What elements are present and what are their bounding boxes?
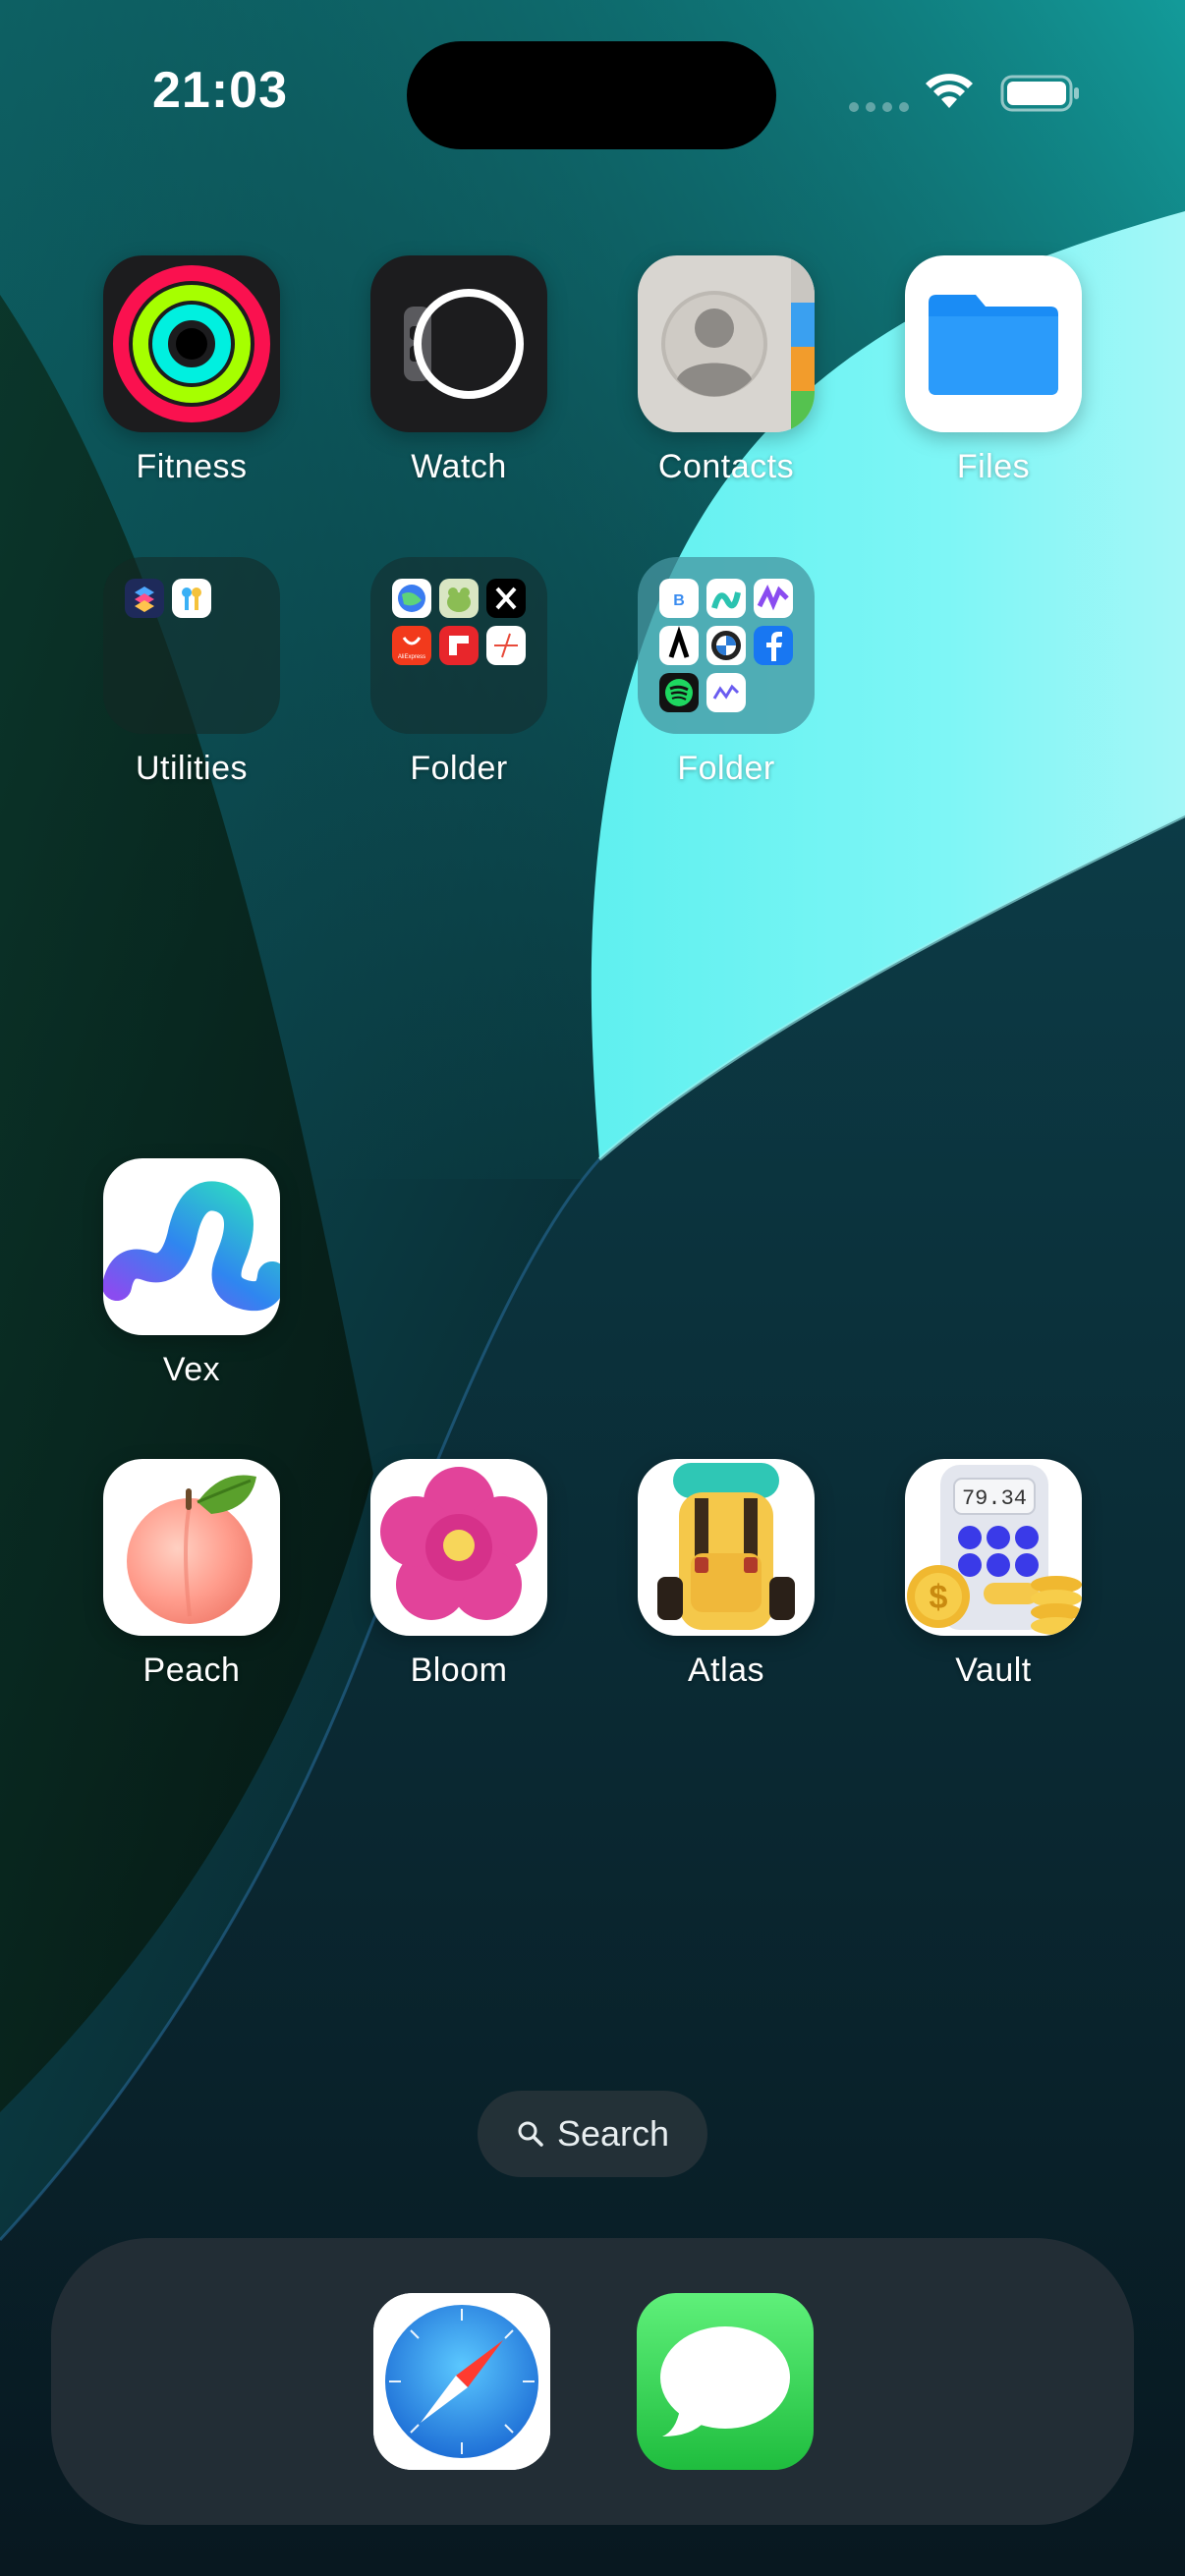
app-folder-icon: B	[638, 557, 815, 734]
app-fitness[interactable]: Fitness	[103, 255, 280, 485]
passwords-icon	[172, 579, 211, 618]
aliexpress-icon: AliExpress	[392, 626, 431, 665]
app-label: Files	[956, 448, 1031, 485]
folder-apps-2[interactable]: B Folder	[638, 557, 815, 787]
status-bar: 21:03	[0, 0, 1185, 196]
folder-icon	[905, 255, 1082, 432]
utilities-folder-icon	[103, 557, 280, 734]
flower-icon	[370, 1459, 547, 1636]
safari-compass-icon	[373, 2293, 550, 2470]
cellular-signal-icon	[849, 102, 909, 112]
app-vex[interactable]: Vex	[103, 1158, 280, 1388]
app-label: Peach	[142, 1652, 241, 1689]
folder-apps-1[interactable]: AliExpress Folder	[370, 557, 547, 787]
app-contacts[interactable]: Contacts	[638, 255, 815, 485]
app-peach[interactable]: Peach	[103, 1459, 280, 1689]
bmw-icon	[706, 626, 746, 665]
activity-rings-icon	[103, 255, 280, 432]
app-label: Vault	[955, 1652, 1032, 1689]
svg-text:$: $	[930, 1579, 948, 1616]
app-folder-icon: AliExpress	[370, 557, 547, 734]
app-atlas[interactable]: Atlas	[638, 1459, 815, 1689]
apple-watch-icon	[370, 255, 547, 432]
app-label: Atlas	[687, 1652, 765, 1689]
dynamic-island	[407, 41, 776, 149]
vault-display: 79.34	[962, 1486, 1027, 1511]
folder-utilities[interactable]: Utilities	[103, 557, 280, 787]
app-label: Vex	[162, 1351, 221, 1388]
app-label: Watch	[411, 448, 507, 485]
app-label: Utilities	[135, 750, 249, 787]
app-files[interactable]: Files	[905, 255, 1082, 485]
b-app-icon: B	[659, 579, 699, 618]
dock-app-safari[interactable]	[373, 2293, 550, 2470]
app-label: Contacts	[657, 448, 795, 485]
calculator-coins-icon: 79.34 $	[905, 1459, 1082, 1636]
svg-text:B: B	[673, 592, 685, 609]
app-watch[interactable]: Watch	[370, 255, 547, 485]
app-bloom[interactable]: Bloom	[370, 1459, 547, 1689]
app-label: Folder	[677, 750, 775, 787]
app-vault[interactable]: 79.34 $ Vault	[905, 1459, 1082, 1689]
runner-app-icon	[659, 626, 699, 665]
swirl-app-icon	[706, 579, 746, 618]
wave-app-2-icon	[706, 673, 746, 712]
search-icon	[518, 2121, 543, 2147]
aliexpress-label: AliExpress	[398, 654, 425, 660]
backpack-icon	[638, 1459, 815, 1636]
vex-swirl-icon	[103, 1158, 280, 1335]
wifi-icon	[926, 74, 973, 108]
frog-app-icon	[439, 579, 479, 618]
app-label: Fitness	[136, 448, 248, 485]
app-label: Bloom	[410, 1652, 508, 1689]
fraction-app-icon	[486, 626, 526, 665]
x-app-icon	[486, 579, 526, 618]
peach-icon	[103, 1459, 280, 1636]
status-time: 21:03	[152, 62, 288, 119]
search-label: Search	[556, 2113, 670, 2154]
shortcuts-icon	[125, 579, 164, 618]
contacts-icon	[638, 255, 815, 432]
search-button[interactable]: Search	[478, 2091, 707, 2177]
battery-icon	[1000, 75, 1079, 112]
app-label: Folder	[410, 750, 508, 787]
wave-app-icon	[754, 579, 793, 618]
dock	[51, 2238, 1134, 2525]
dock-app-messages[interactable]	[637, 2293, 814, 2470]
facebook-icon	[754, 626, 793, 665]
flipboard-icon	[439, 626, 479, 665]
globe-app-icon	[392, 579, 431, 618]
spotify-icon	[659, 673, 699, 712]
messages-bubble-icon	[637, 2293, 814, 2470]
